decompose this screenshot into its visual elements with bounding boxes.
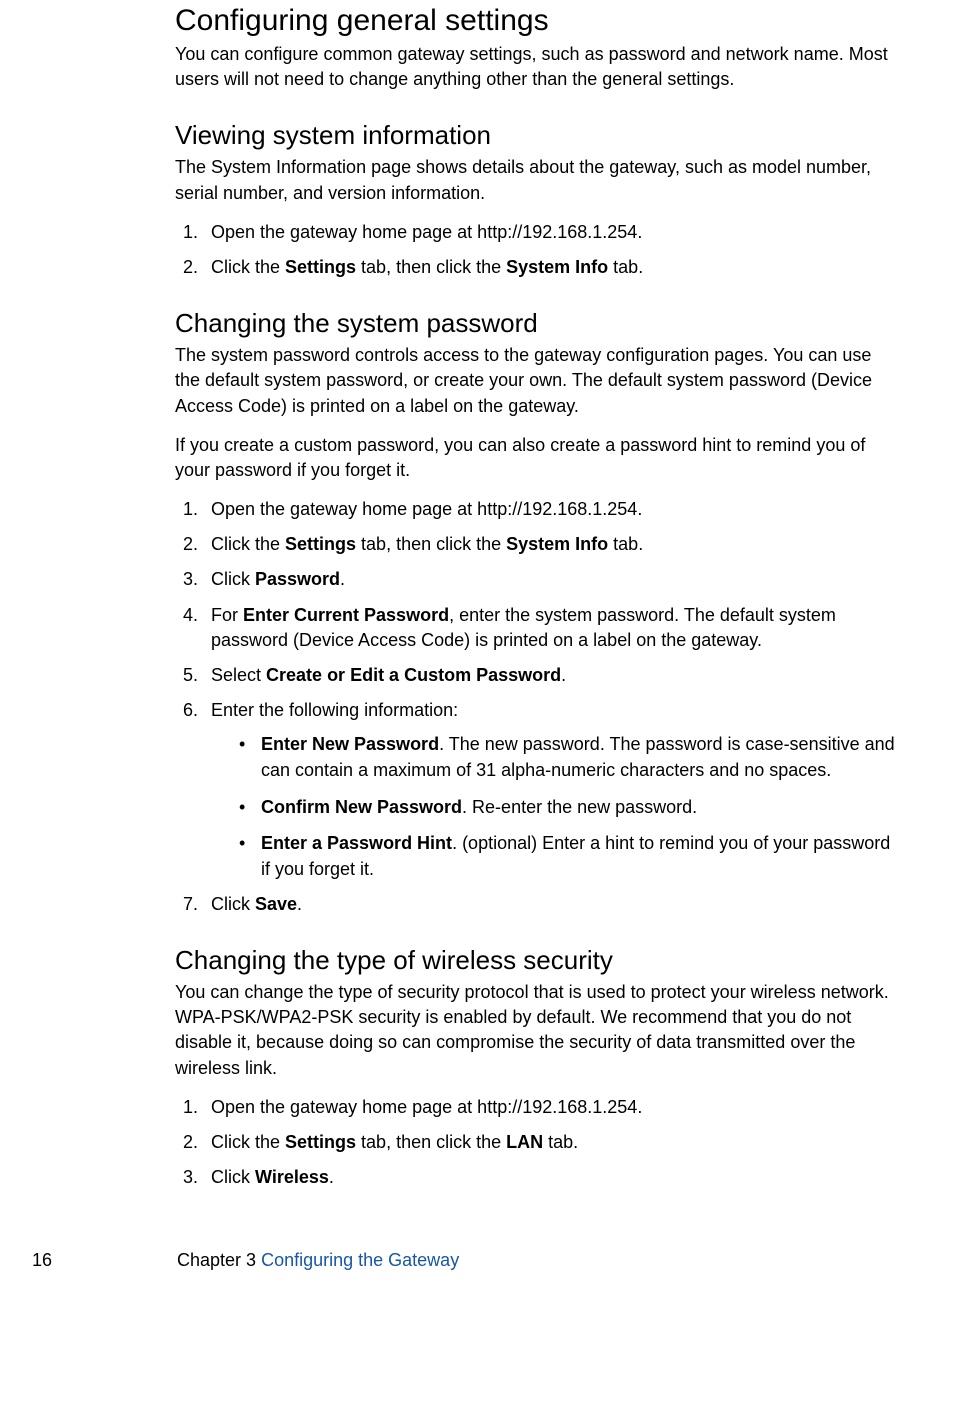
step-item: For Enter Current Password, enter the sy… [203, 603, 899, 653]
bold-text: Create or Edit a Custom Password [266, 665, 561, 685]
step-item: Click Password. [203, 567, 899, 592]
step-item: Enter the following information: Enter N… [203, 698, 899, 882]
bold-text: Enter a Password Hint [261, 833, 452, 853]
steps-list: Open the gateway home page at http://192… [175, 1095, 899, 1191]
bold-text: Wireless [255, 1167, 329, 1187]
chapter-label: Chapter 3 [177, 1250, 261, 1270]
section-description: The System Information page shows detail… [175, 155, 899, 205]
text: . Re-enter the new password. [462, 797, 697, 817]
intro-paragraph: You can configure common gateway setting… [175, 42, 899, 92]
text: . [329, 1167, 334, 1187]
bold-text: Password [255, 569, 340, 589]
text: Select [211, 665, 266, 685]
text: For [211, 605, 243, 625]
text: tab, then click the [356, 257, 506, 277]
step-item: Click the Settings tab, then click the S… [203, 532, 899, 557]
bullet-item: Confirm New Password. Re-enter the new p… [239, 794, 899, 820]
text: Enter the following information: [211, 700, 458, 720]
step-item: Click the Settings tab, then click the L… [203, 1130, 899, 1155]
section-description: You can change the type of security prot… [175, 980, 899, 1081]
section-heading-password: Changing the system password [175, 308, 899, 339]
text: Click the [211, 534, 285, 554]
text: Click [211, 569, 255, 589]
text: tab. [608, 257, 643, 277]
text: Click [211, 894, 255, 914]
bullet-item: Enter a Password Hint. (optional) Enter … [239, 830, 899, 882]
steps-list: Open the gateway home page at http://192… [175, 497, 899, 917]
text: tab. [608, 534, 643, 554]
bold-text: Settings [285, 1132, 356, 1152]
bold-text: LAN [506, 1132, 543, 1152]
bold-text: Settings [285, 257, 356, 277]
text: . [297, 894, 302, 914]
step-item: Open the gateway home page at http://192… [203, 1095, 899, 1120]
steps-list: Open the gateway home page at http://192… [175, 220, 899, 280]
bullet-item: Enter New Password. The new password. Th… [239, 731, 899, 783]
chapter-title: Configuring the Gateway [261, 1250, 459, 1270]
text: . [561, 665, 566, 685]
step-item: Open the gateway home page at http://192… [203, 220, 899, 245]
sub-bullet-list: Enter New Password. The new password. Th… [211, 731, 899, 881]
text: tab, then click the [356, 1132, 506, 1152]
step-item: Click Wireless. [203, 1165, 899, 1190]
bold-text: Enter Current Password [243, 605, 449, 625]
step-item: Click Save. [203, 892, 899, 917]
bold-text: System Info [506, 534, 608, 554]
text: tab. [543, 1132, 578, 1152]
section-description: The system password controls access to t… [175, 343, 899, 419]
text: Click the [211, 257, 285, 277]
bold-text: Settings [285, 534, 356, 554]
section-heading-wireless: Changing the type of wireless security [175, 945, 899, 976]
bold-text: Enter New Password [261, 734, 439, 754]
bold-text: Save [255, 894, 297, 914]
step-item: Open the gateway home page at http://192… [203, 497, 899, 522]
page-number: 16 [32, 1250, 172, 1271]
step-item: Select Create or Edit a Custom Password. [203, 663, 899, 688]
text: . [340, 569, 345, 589]
section-heading-system-info: Viewing system information [175, 120, 899, 151]
text: tab, then click the [356, 534, 506, 554]
step-item: Click the Settings tab, then click the S… [203, 255, 899, 280]
page-title: Configuring general settings [175, 0, 899, 38]
document-page: Configuring general settings You can con… [0, 0, 959, 1190]
text: Click [211, 1167, 255, 1187]
text: Click the [211, 1132, 285, 1152]
page-footer: 16 Chapter 3 Configuring the Gateway [0, 1250, 959, 1291]
bold-text: Confirm New Password [261, 797, 462, 817]
bold-text: System Info [506, 257, 608, 277]
section-description: If you create a custom password, you can… [175, 433, 899, 483]
